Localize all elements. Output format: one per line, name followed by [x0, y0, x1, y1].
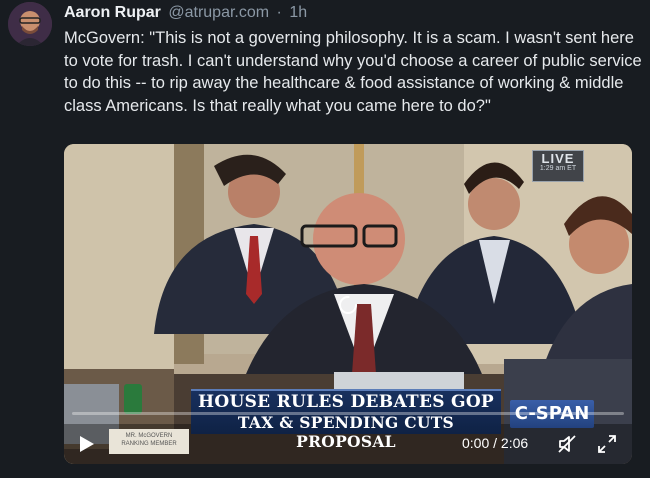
post-text: McGovern: "This is not a governing philo…	[64, 29, 642, 115]
play-icon[interactable]	[76, 434, 96, 454]
post-header: Aaron Rupar @atrupar.com · 1h	[64, 4, 307, 22]
post-timestamp[interactable]: 1h	[289, 4, 307, 21]
loading-spinner-icon	[339, 296, 357, 314]
video-controls: 0:00 / 2:06	[64, 424, 632, 464]
separator-dot: ·	[276, 4, 282, 21]
video-timecode: 0:00 / 2:06	[462, 435, 529, 451]
volume-muted-icon[interactable]	[556, 433, 578, 455]
avatar[interactable]	[8, 2, 52, 46]
post: Aaron Rupar @atrupar.com · 1h McGovern: …	[0, 0, 650, 478]
live-label: LIVE	[541, 151, 575, 166]
live-badge: LIVE 1:29 am ET	[532, 150, 584, 182]
fullscreen-icon[interactable]	[596, 433, 618, 455]
chyron-headline: HOUSE RULES DEBATES GOP	[197, 392, 495, 412]
author-name[interactable]: Aaron Rupar	[64, 4, 161, 21]
author-handle[interactable]: @atrupar.com	[168, 4, 269, 21]
video-player[interactable]: LIVE 1:29 am ET MR. McGOVERN RANKING MEM…	[64, 144, 632, 464]
progress-bar[interactable]	[72, 412, 624, 415]
live-time: 1:29 am ET	[539, 165, 577, 172]
avatar-image	[8, 2, 52, 46]
